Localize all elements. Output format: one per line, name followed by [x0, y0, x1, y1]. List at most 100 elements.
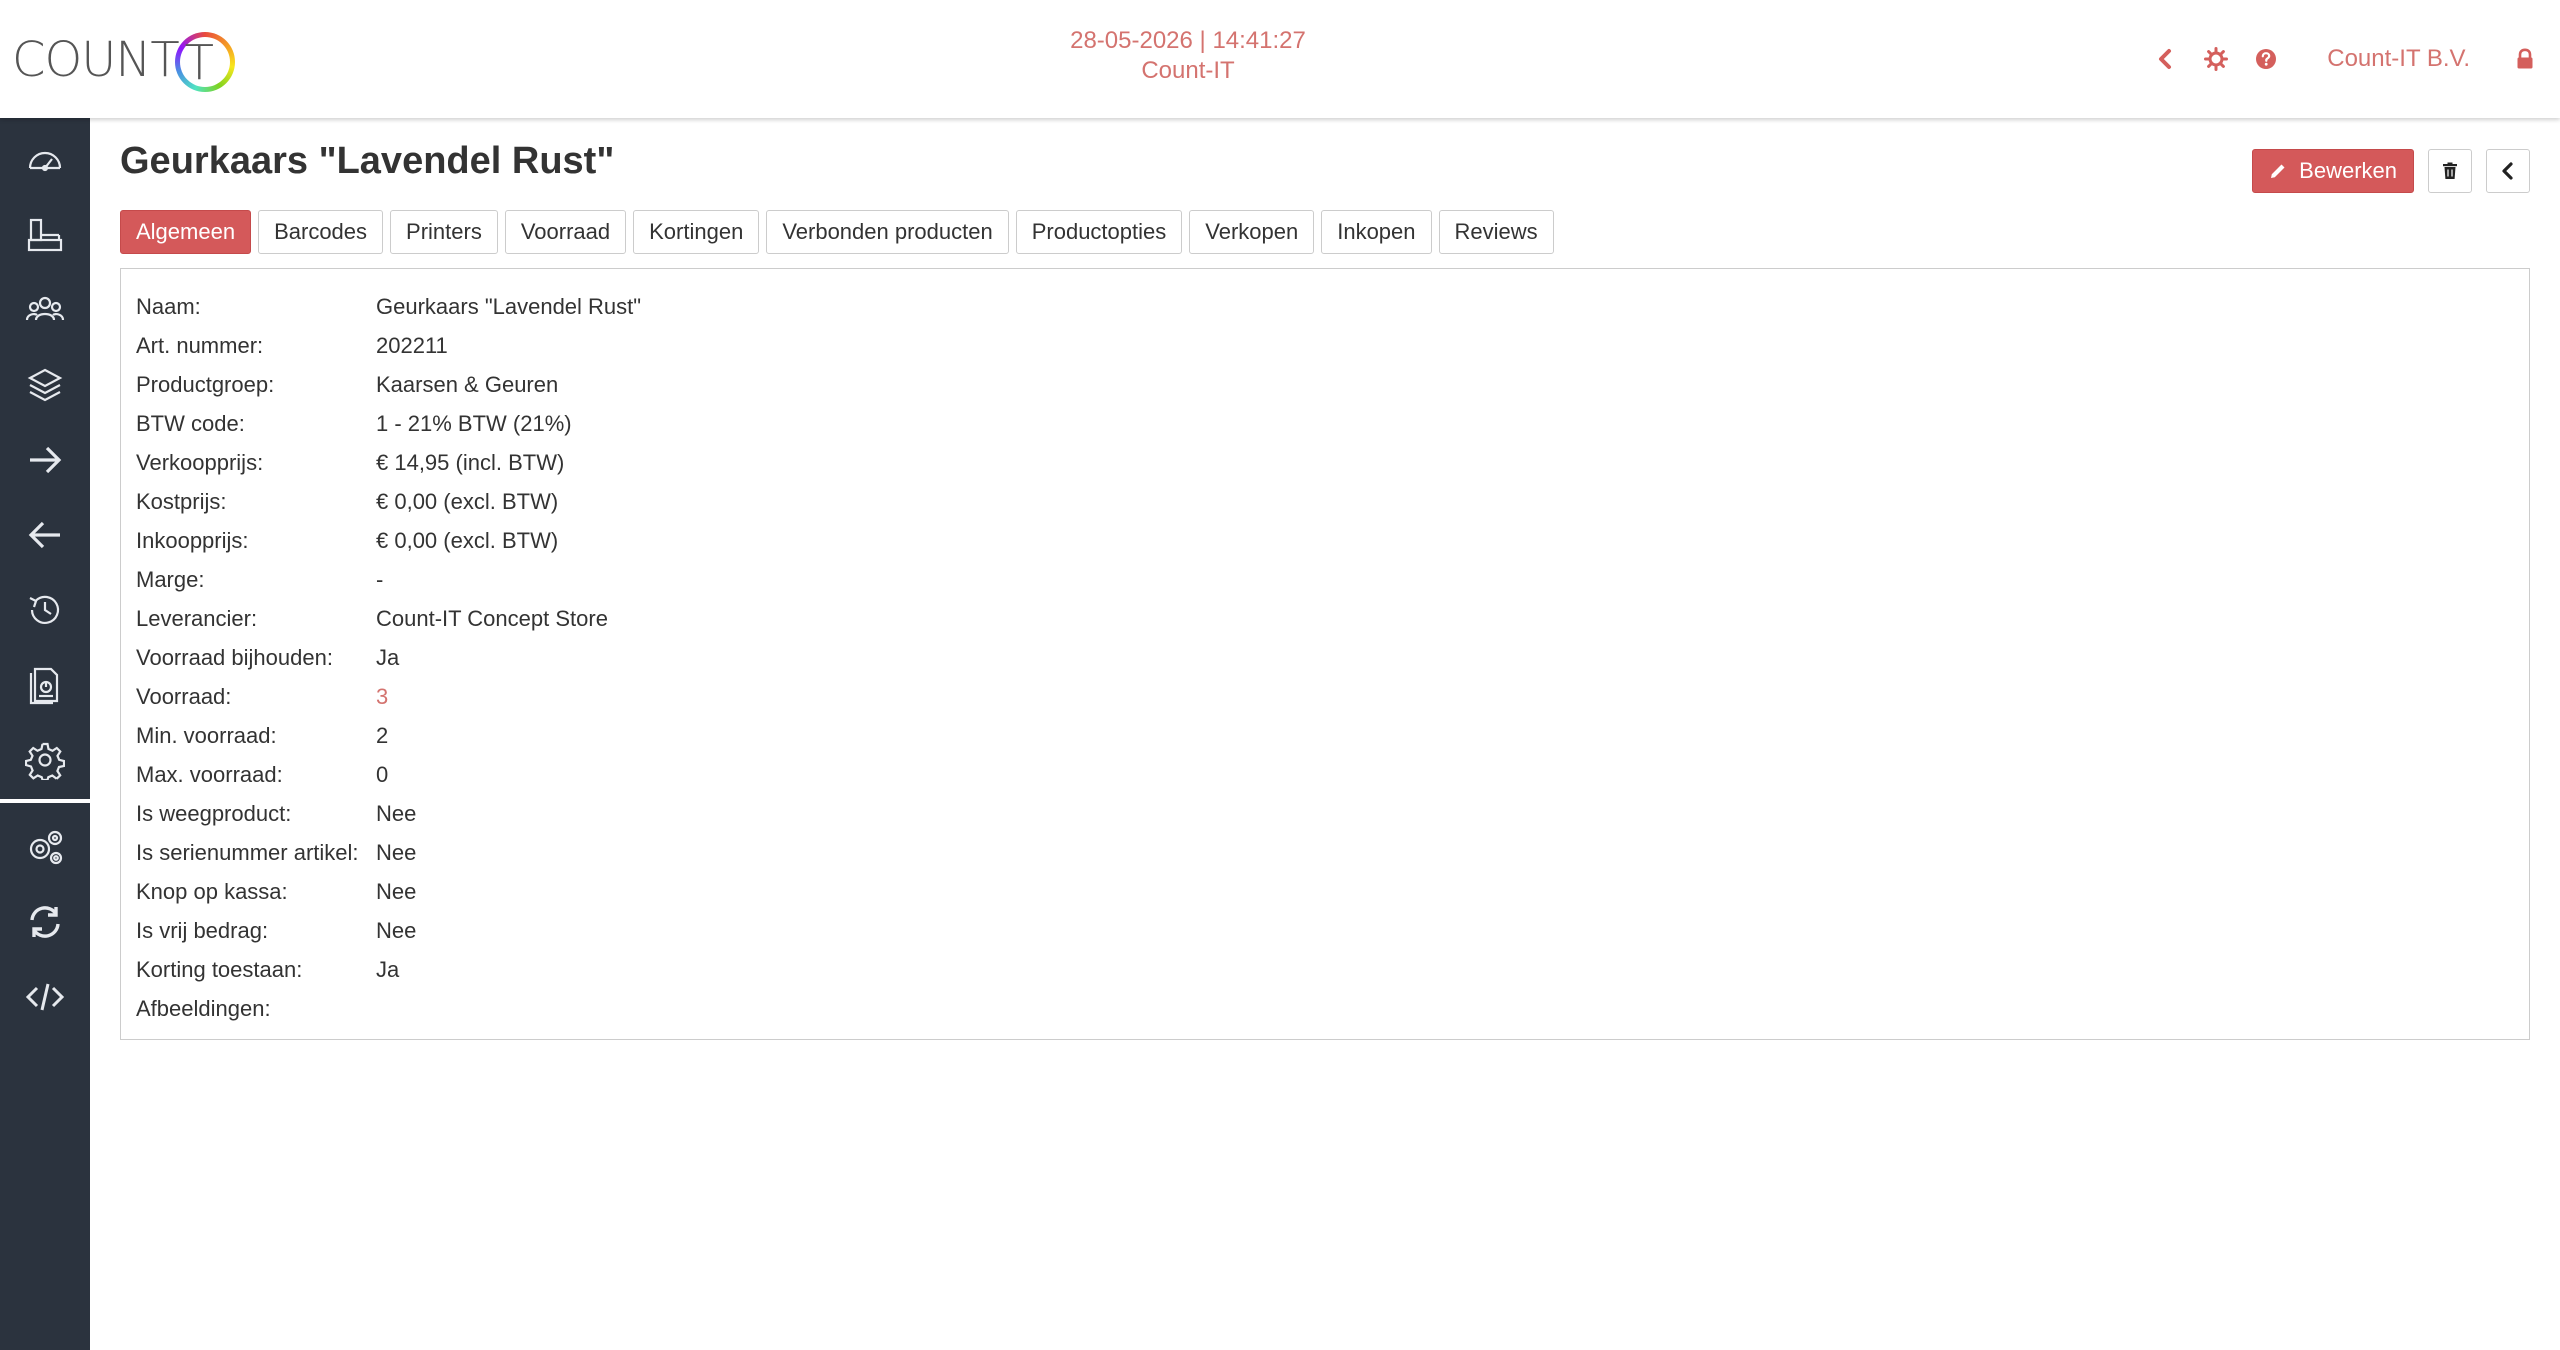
detail-value: 202211 [376, 332, 448, 358]
chevron-left-icon[interactable] [2141, 34, 2191, 84]
count-it-logo[interactable]: COUNT T [12, 20, 235, 100]
detail-row-afbeeldingen: Afbeeldingen: [136, 989, 2514, 1028]
detail-row-art-nummer: Art. nummer: 202211 [136, 326, 2514, 365]
detail-label: Is serienummer artikel: [136, 839, 359, 865]
detail-label: Afbeeldingen: [136, 995, 271, 1021]
detail-value: 2 [376, 722, 389, 748]
tab-algemeen[interactable]: Algemeen [120, 210, 252, 254]
detail-row-voorraad: Voorraad: 3 [136, 677, 2514, 716]
lock-icon[interactable] [2500, 34, 2550, 84]
detail-label: BTW code: [136, 410, 245, 436]
detail-value: € 0,00 (excl. BTW) [376, 488, 559, 514]
code-icon [25, 983, 65, 1010]
detail-label: Voorraad: [136, 683, 232, 709]
logo-t: T [184, 35, 214, 91]
detail-row-verkoopprijs: Verkoopprijs: € 14,95 (incl. BTW) [136, 443, 2514, 482]
help-icon[interactable] [2241, 34, 2291, 84]
detail-label: Naam: [136, 293, 201, 319]
arrow-left-icon [28, 521, 60, 548]
detail-row-knop-op-kassa: Knop op kassa: Nee [136, 872, 2514, 911]
detail-value: € 0,00 (excl. BTW) [376, 527, 559, 553]
pencil-icon [2271, 164, 2285, 178]
tab-printers[interactable]: Printers [390, 210, 498, 254]
sync-icon [30, 905, 60, 938]
sidebar-separator [0, 799, 90, 803]
tab-bar: Algemeen Barcodes Printers Voorraad Kort… [120, 210, 1554, 254]
detail-row-is-vrij-bedrag: Is vrij bedrag: Nee [136, 911, 2514, 950]
sidebar-item-history[interactable] [0, 572, 90, 647]
detail-value: € 14,95 (incl. BTW) [376, 449, 565, 475]
datetime: 28-05-2026 | 14:41:27 [1070, 27, 1306, 54]
customers-icon [25, 296, 65, 320]
detail-value: Nee [376, 917, 417, 943]
detail-value: 0 [376, 761, 389, 787]
tab-voorraad[interactable]: Voorraad [504, 210, 627, 254]
products-icon [27, 368, 63, 401]
delete-button[interactable] [2428, 149, 2472, 193]
detail-label: Inkoopprijs: [136, 527, 249, 553]
sidebar-item-sync[interactable] [0, 884, 90, 959]
detail-row-is-serienummer: Is serienummer artikel: Nee [136, 833, 2514, 872]
sidebar-item-products[interactable] [0, 347, 90, 422]
sidebar-item-settings[interactable] [0, 722, 90, 797]
detail-label: Min. voorraad: [136, 722, 277, 748]
dashboard-icon [28, 151, 62, 171]
tab-productopties[interactable]: Productopties [1015, 210, 1183, 254]
product-details-panel: Naam: Geurkaars "Lavendel Rust" Art. numm… [120, 268, 2530, 1040]
sidebar-item-pos[interactable] [0, 197, 90, 272]
tab-reviews[interactable]: Reviews [1438, 210, 1554, 254]
detail-row-korting-toestaan: Korting toestaan: Ja [136, 950, 2514, 989]
detail-label: Marge: [136, 566, 205, 592]
trash-icon [2443, 162, 2457, 179]
detail-row-leverancier: Leverancier: Count-IT Concept Store [136, 599, 2514, 638]
history-icon [29, 595, 60, 624]
clock: 28-05-2026 | 14:41:27 Count-IT [1000, 26, 1376, 86]
detail-row-naam: Naam: Geurkaars "Lavendel Rust" [136, 287, 2514, 326]
detail-label: Korting toestaan: [136, 956, 303, 982]
detail-value: Nee [376, 839, 417, 865]
tab-verbonden-producten[interactable]: Verbonden producten [766, 210, 1009, 254]
tab-kortingen[interactable]: Kortingen [633, 210, 760, 254]
detail-label: Kostprijs: [136, 488, 227, 514]
edit-button-label: Bewerken [2299, 158, 2397, 183]
sidebar-item-developer[interactable] [0, 959, 90, 1034]
company-name[interactable]: Count-IT B.V. [2327, 45, 2470, 73]
arrow-right-icon [30, 446, 62, 473]
detail-label: Verkoopprijs: [136, 449, 264, 475]
sidebar-item-outgoing[interactable] [0, 422, 90, 497]
stock-value-link[interactable]: 3 [376, 684, 388, 710]
edit-button[interactable]: Bewerken [2252, 149, 2414, 193]
detail-row-inkoopprijs: Inkoopprijs: € 0,00 (excl. BTW) [136, 521, 2514, 560]
detail-row-is-weegproduct: Is weegproduct: Nee [136, 794, 2514, 833]
tab-barcodes[interactable]: Barcodes [258, 210, 384, 254]
detail-label: Leverancier: [136, 605, 258, 631]
detail-row-voorraad-bijhouden: Voorraad bijhouden: Ja [136, 638, 2514, 677]
topbar-right: Count-IT B.V. [2141, 34, 2560, 84]
detail-value: Geurkaars "Lavendel Rust" [376, 293, 642, 319]
detail-row-min-voorraad: Min. voorraad: 2 [136, 716, 2514, 755]
back-button[interactable] [2486, 149, 2530, 193]
page-title: Geurkaars "Lavendel Rust" [120, 140, 615, 182]
sidebar-item-dashboard[interactable] [0, 122, 90, 197]
tab-verkopen[interactable]: Verkopen [1189, 210, 1315, 254]
sidebar-item-reports[interactable] [0, 647, 90, 722]
sidebar-item-customers[interactable] [0, 272, 90, 347]
detail-label: Max. voorraad: [136, 761, 283, 787]
detail-label: Art. nummer: [136, 332, 264, 358]
detail-value: Count-IT Concept Store [376, 605, 608, 631]
detail-row-marge: Marge: - [136, 560, 2514, 599]
app-name: Count-IT [1141, 57, 1235, 84]
gear-icon[interactable] [2191, 34, 2241, 84]
sidebar-item-incoming[interactable] [0, 497, 90, 572]
detail-label: Productgroep: [136, 371, 275, 397]
detail-value: 1 - 21% BTW (21%) [376, 410, 572, 436]
logo-ring: T [174, 32, 235, 92]
detail-label: Knop op kassa: [136, 878, 288, 904]
page-actions: Bewerken [2252, 149, 2530, 193]
logo-text: COUNT [12, 32, 180, 88]
sidebar-item-advanced-settings[interactable] [0, 809, 90, 884]
detail-row-productgroep: Productgroep: Kaarsen & Geuren [136, 365, 2514, 404]
tab-inkopen[interactable]: Inkopen [1321, 210, 1432, 254]
detail-value: Nee [376, 800, 417, 826]
detail-row-kostprijs: Kostprijs: € 0,00 (excl. BTW) [136, 482, 2514, 521]
